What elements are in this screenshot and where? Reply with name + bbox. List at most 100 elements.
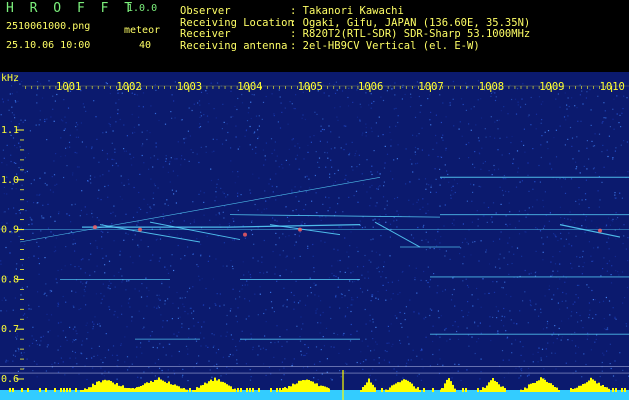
noise-speck: [588, 286, 590, 288]
noise-speck: [378, 218, 380, 220]
noise-speck: [471, 200, 473, 202]
noise-speck: [315, 284, 317, 286]
noise-speck: [475, 124, 477, 126]
noise-speck: [124, 361, 126, 363]
noise-speck: [460, 98, 463, 100]
noise-speck: [354, 280, 356, 283]
strength-bar: [214, 377, 216, 392]
noise-speck: [264, 159, 267, 161]
noise-speck: [324, 151, 326, 154]
noise-speck: [316, 113, 318, 115]
noise-speck: [270, 341, 272, 344]
noise-speck: [253, 94, 255, 96]
noise-speck: [112, 345, 115, 347]
noise-speck: [605, 296, 607, 299]
noise-speck: [337, 119, 339, 121]
noise-speck: [612, 220, 614, 222]
noise-speck: [15, 162, 17, 164]
noise-speck: [468, 311, 470, 313]
noise-speck: [372, 238, 374, 240]
strength-bar: [621, 388, 623, 392]
noise-speck: [242, 261, 244, 263]
noise-speck: [564, 192, 567, 194]
noise-speck: [592, 317, 594, 319]
noise-speck: [591, 260, 593, 262]
noise-speck: [271, 93, 273, 95]
noise-speck: [554, 325, 556, 327]
noise-speck: [460, 379, 462, 382]
noise-speck: [92, 321, 94, 323]
noise-speck: [250, 376, 252, 378]
noise-speck: [311, 200, 313, 202]
noise-speck: [361, 291, 364, 293]
noise-speck: [236, 359, 238, 361]
noise-speck: [627, 260, 629, 262]
noise-speck: [494, 99, 497, 102]
noise-speck: [612, 157, 614, 159]
noise-speck: [605, 328, 607, 331]
noise-speck: [396, 158, 398, 160]
noise-speck: [161, 281, 163, 283]
noise-speck: [546, 320, 549, 323]
noise-speck: [558, 334, 560, 336]
noise-speck: [330, 317, 332, 320]
noise-speck: [14, 297, 16, 299]
noise-speck: [101, 149, 104, 151]
noise-speck: [109, 308, 111, 311]
noise-speck: [331, 265, 333, 267]
noise-speck: [379, 254, 381, 256]
strength-bar: [582, 388, 584, 392]
noise-speck: [114, 151, 116, 153]
noise-speck: [505, 215, 507, 217]
noise-speck: [226, 314, 228, 317]
noise-speck: [344, 362, 347, 364]
noise-speck: [220, 187, 222, 189]
noise-speck: [590, 255, 592, 257]
noise-speck: [394, 82, 396, 84]
noise-speck: [125, 289, 127, 291]
noise-speck: [582, 327, 584, 329]
noise-speck: [176, 291, 178, 294]
noise-speck: [221, 143, 224, 145]
noise-speck: [576, 166, 578, 168]
noise-speck: [454, 191, 456, 194]
noise-speck: [39, 177, 41, 179]
noise-speck: [16, 335, 19, 337]
noise-speck: [148, 168, 150, 170]
noise-speck: [249, 369, 251, 371]
noise-speck: [302, 367, 305, 369]
noise-speck: [589, 88, 591, 91]
noise-speck: [117, 113, 119, 115]
noise-speck: [614, 255, 616, 258]
app-title: H R O F F T: [6, 1, 137, 16]
noise-speck: [148, 366, 150, 369]
noise-speck: [325, 327, 328, 329]
noise-speck: [576, 136, 578, 138]
noise-speck: [594, 133, 596, 135]
noise-speck: [162, 320, 164, 322]
strength-bar: [183, 388, 185, 392]
strength-bar: [606, 388, 608, 392]
noise-speck: [535, 113, 538, 115]
noise-speck: [320, 219, 322, 221]
noise-speck: [225, 373, 227, 375]
noise-speck: [478, 185, 480, 187]
noise-speck: [126, 356, 129, 358]
noise-speck: [583, 262, 585, 264]
strength-bar: [82, 390, 84, 392]
strength-bar: [9, 388, 11, 392]
noise-speck: [28, 257, 30, 259]
noise-speck: [26, 286, 28, 288]
strength-bar: [98, 381, 100, 392]
noise-speck: [36, 202, 38, 204]
noise-speck: [277, 341, 279, 343]
noise-speck: [328, 125, 330, 127]
noise-speck: [6, 144, 8, 146]
noise-speck: [466, 200, 468, 202]
noise-speck: [1, 299, 3, 301]
noise-speck: [250, 276, 252, 278]
noise-speck: [262, 101, 265, 103]
noise-speck: [429, 247, 431, 249]
noise-speck: [121, 198, 123, 200]
noise-speck: [165, 155, 167, 157]
